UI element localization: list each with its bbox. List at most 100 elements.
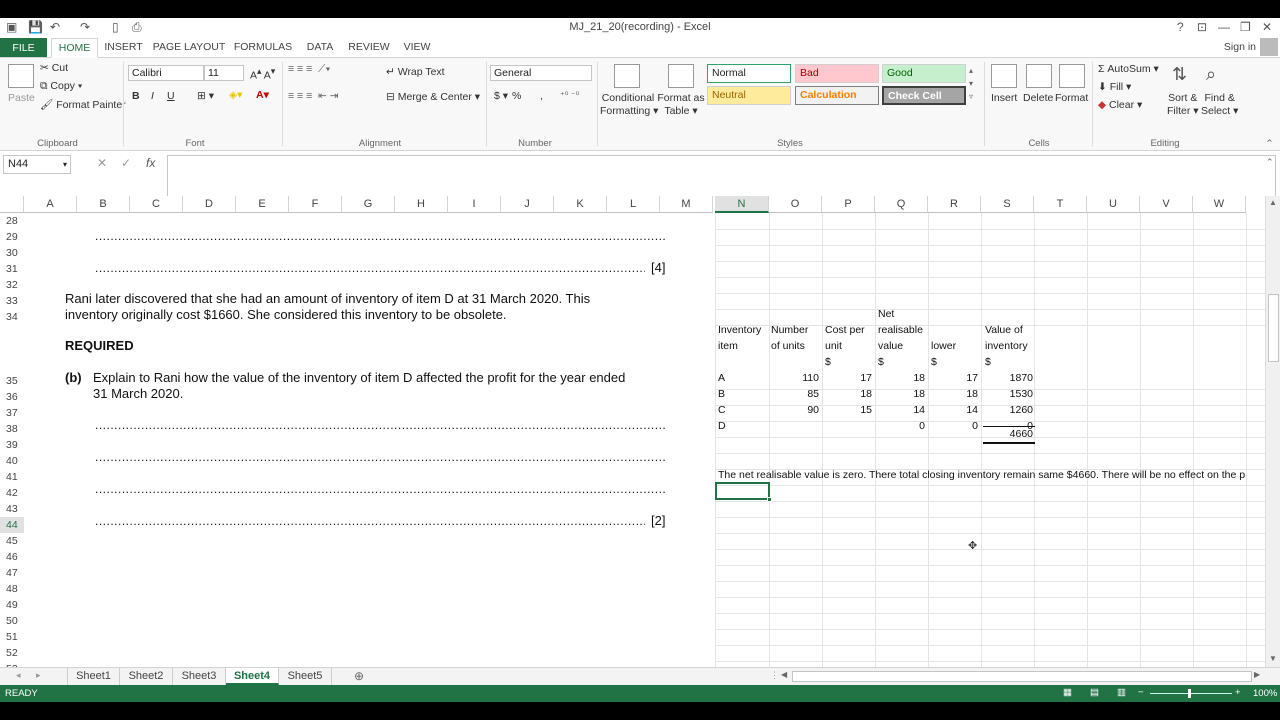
sheet-tab-3[interactable]: Sheet3: [173, 668, 226, 685]
expand-formula-icon[interactable]: ⌃: [1266, 157, 1274, 168]
bold-button[interactable]: B: [132, 90, 140, 102]
binoculars-icon[interactable]: ⌕: [1206, 64, 1216, 85]
format-button[interactable]: Format: [1055, 92, 1088, 104]
cell-nrv[interactable]: 0: [875, 418, 925, 434]
column-header-i[interactable]: I: [448, 196, 501, 213]
align-top-icons[interactable]: ≡ ≡ ≡ ⟋▾: [288, 63, 331, 76]
merge-center-button[interactable]: ⊟ Merge & Center ▾: [386, 91, 480, 103]
row-header-44[interactable]: 44: [0, 517, 24, 533]
currency-lower[interactable]: $: [931, 354, 937, 370]
tab-page-layout[interactable]: PAGE LAYOUT: [152, 38, 226, 58]
column-header-l[interactable]: L: [607, 196, 660, 213]
collapse-ribbon-icon[interactable]: ⌃: [1265, 138, 1274, 150]
zoom-out-icon[interactable]: −: [1138, 687, 1144, 698]
zoom-level[interactable]: 100%: [1253, 688, 1277, 699]
conditional-formatting-icon[interactable]: [614, 64, 640, 88]
italic-button[interactable]: I: [151, 90, 154, 102]
find-select-button[interactable]: Find & Select ▾: [1201, 92, 1238, 118]
cell-lower[interactable]: 14: [928, 402, 978, 418]
header-units-2[interactable]: of units: [771, 338, 805, 354]
cell-cost[interactable]: 15: [822, 402, 872, 418]
column-header-m[interactable]: M: [660, 196, 713, 213]
worksheet-grid[interactable]: ABCDEFGHIJKLMNOPQRSTUVW 28 29 30 31 32 33 34 35…: [0, 196, 1265, 667]
decimal-icons[interactable]: ⁺⁰ ⁻⁰: [560, 90, 579, 101]
currency-value[interactable]: $: [985, 354, 991, 370]
sheet-next-icon[interactable]: ▸: [36, 670, 41, 681]
row-header-47[interactable]: 47: [0, 565, 24, 581]
cell-item[interactable]: D: [718, 418, 726, 434]
style-bad[interactable]: Bad: [795, 64, 879, 83]
page-layout-view-icon[interactable]: ▤: [1090, 687, 1099, 698]
currency-cost[interactable]: $: [825, 354, 831, 370]
column-header-u[interactable]: U: [1087, 196, 1140, 213]
row-header-49[interactable]: 49: [0, 597, 24, 613]
header-value-1[interactable]: Value of: [985, 322, 1023, 338]
scroll-up-icon[interactable]: ▲: [1269, 198, 1277, 207]
row-header-32[interactable]: 32: [0, 277, 24, 293]
column-header-p[interactable]: P: [822, 196, 875, 213]
row-header-45[interactable]: 45: [0, 533, 24, 549]
tab-view[interactable]: VIEW: [398, 38, 436, 58]
row-header-41[interactable]: 41: [0, 469, 24, 485]
font-size-select[interactable]: 11: [204, 65, 244, 81]
style-calculation[interactable]: Calculation: [795, 86, 879, 105]
cell-value[interactable]: 1870: [983, 370, 1033, 386]
row-header-42[interactable]: 42: [0, 485, 24, 501]
sheet-prev-icon[interactable]: ◂: [16, 670, 21, 681]
row-header-34[interactable]: 34: [0, 309, 24, 325]
cell-nrv[interactable]: 14: [875, 402, 925, 418]
total-value[interactable]: 4660: [983, 426, 1033, 442]
cell-nrv[interactable]: 18: [875, 386, 925, 402]
row-header-30[interactable]: 30: [0, 245, 24, 261]
cell-units[interactable]: 85: [769, 386, 819, 402]
column-header-j[interactable]: J: [501, 196, 554, 213]
zoom-in-icon[interactable]: +: [1235, 687, 1241, 698]
font-color-icon[interactable]: A▾: [256, 89, 269, 101]
sheet-tab-1[interactable]: Sheet1: [67, 668, 120, 685]
name-box[interactable]: N44 ▾: [3, 155, 71, 174]
cell-units[interactable]: 90: [769, 402, 819, 418]
column-header-t[interactable]: T: [1034, 196, 1087, 213]
zoom-slider-thumb[interactable]: [1188, 689, 1191, 698]
column-header-o[interactable]: O: [769, 196, 822, 213]
insert-cells-icon[interactable]: [991, 64, 1017, 88]
cut-button[interactable]: ✂ Cut: [40, 62, 68, 74]
header-cost-1[interactable]: Cost per: [825, 322, 865, 338]
minimize-icon[interactable]: —: [1218, 20, 1230, 34]
autosum-button[interactable]: Σ AutoSum ▾: [1098, 63, 1159, 75]
active-cell-n44[interactable]: [715, 482, 770, 500]
format-as-table-icon[interactable]: [668, 64, 694, 88]
cell-item[interactable]: A: [718, 370, 725, 386]
header-nrv-3[interactable]: value: [878, 338, 903, 354]
split-handle-icon[interactable]: ⋮: [770, 670, 779, 681]
hscroll-left-icon[interactable]: ◀: [781, 670, 787, 679]
cell-lower[interactable]: 18: [928, 386, 978, 402]
row-header-50[interactable]: 50: [0, 613, 24, 629]
fill-color-icon[interactable]: ◈▾: [229, 89, 242, 101]
sheet-tab-5[interactable]: Sheet5: [279, 668, 332, 685]
cell-cost[interactable]: [822, 418, 872, 434]
style-good[interactable]: Good: [882, 64, 966, 83]
cell-lower[interactable]: 17: [928, 370, 978, 386]
cell-units[interactable]: 110: [769, 370, 819, 386]
scroll-down-icon[interactable]: ▼: [1269, 654, 1277, 663]
new-sheet-icon[interactable]: ⊕: [354, 669, 364, 683]
column-header-b[interactable]: B: [77, 196, 130, 213]
align-left-icons[interactable]: ≡ ≡ ≡ ⇤ ⇥: [288, 90, 339, 102]
column-header-d[interactable]: D: [183, 196, 236, 213]
styles-scroll-icon[interactable]: ▴ ▾ ▿: [969, 64, 973, 103]
cell-value[interactable]: 1530: [983, 386, 1033, 402]
row-header-29[interactable]: 29: [0, 229, 24, 245]
column-header-e[interactable]: E: [236, 196, 289, 213]
column-header-h[interactable]: H: [395, 196, 448, 213]
comma-button[interactable]: ,: [540, 90, 543, 102]
tab-file[interactable]: FILE: [0, 38, 47, 58]
cell-units[interactable]: [769, 418, 819, 434]
help-icon[interactable]: ?: [1177, 20, 1184, 34]
header-cost-2[interactable]: unit: [825, 338, 842, 354]
row-header-39[interactable]: 39: [0, 437, 24, 453]
cell-cost[interactable]: 17: [822, 370, 872, 386]
column-header-v[interactable]: V: [1140, 196, 1193, 213]
sheet-tab-2[interactable]: Sheet2: [120, 668, 173, 685]
delete-cells-icon[interactable]: [1026, 64, 1052, 88]
